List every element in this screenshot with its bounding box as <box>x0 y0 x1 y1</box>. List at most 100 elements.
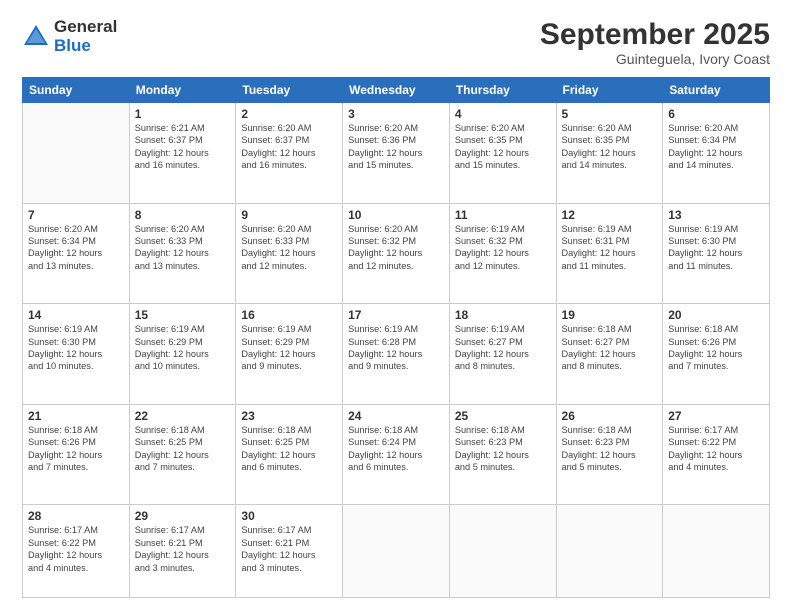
table-row: 16Sunrise: 6:19 AM Sunset: 6:29 PM Dayli… <box>236 304 343 405</box>
table-row <box>343 505 450 598</box>
col-wednesday: Wednesday <box>343 78 450 103</box>
day-info: Sunrise: 6:20 AM Sunset: 6:34 PM Dayligh… <box>28 223 124 273</box>
day-info: Sunrise: 6:17 AM Sunset: 6:22 PM Dayligh… <box>28 524 124 574</box>
day-number: 10 <box>348 208 444 222</box>
table-row: 7Sunrise: 6:20 AM Sunset: 6:34 PM Daylig… <box>23 203 130 304</box>
table-row: 8Sunrise: 6:20 AM Sunset: 6:33 PM Daylig… <box>129 203 236 304</box>
table-row: 15Sunrise: 6:19 AM Sunset: 6:29 PM Dayli… <box>129 304 236 405</box>
day-info: Sunrise: 6:18 AM Sunset: 6:26 PM Dayligh… <box>668 323 764 373</box>
header: General Blue September 2025 Guinteguela,… <box>22 18 770 67</box>
main-title: September 2025 <box>540 18 770 51</box>
table-row: 23Sunrise: 6:18 AM Sunset: 6:25 PM Dayli… <box>236 404 343 505</box>
day-number: 20 <box>668 308 764 322</box>
day-info: Sunrise: 6:20 AM Sunset: 6:35 PM Dayligh… <box>455 122 551 172</box>
day-number: 28 <box>28 509 124 523</box>
day-number: 14 <box>28 308 124 322</box>
table-row: 20Sunrise: 6:18 AM Sunset: 6:26 PM Dayli… <box>663 304 770 405</box>
table-row: 21Sunrise: 6:18 AM Sunset: 6:26 PM Dayli… <box>23 404 130 505</box>
day-number: 27 <box>668 409 764 423</box>
logo-icon <box>22 23 50 51</box>
day-info: Sunrise: 6:18 AM Sunset: 6:23 PM Dayligh… <box>562 424 658 474</box>
day-number: 21 <box>28 409 124 423</box>
col-saturday: Saturday <box>663 78 770 103</box>
day-info: Sunrise: 6:19 AM Sunset: 6:31 PM Dayligh… <box>562 223 658 273</box>
day-number: 22 <box>135 409 231 423</box>
logo-blue: Blue <box>54 37 117 56</box>
day-number: 24 <box>348 409 444 423</box>
day-number: 12 <box>562 208 658 222</box>
table-row: 2Sunrise: 6:20 AM Sunset: 6:37 PM Daylig… <box>236 103 343 204</box>
day-number: 18 <box>455 308 551 322</box>
day-number: 6 <box>668 107 764 121</box>
day-info: Sunrise: 6:17 AM Sunset: 6:21 PM Dayligh… <box>241 524 337 574</box>
day-number: 16 <box>241 308 337 322</box>
col-tuesday: Tuesday <box>236 78 343 103</box>
col-monday: Monday <box>129 78 236 103</box>
day-number: 15 <box>135 308 231 322</box>
table-row: 22Sunrise: 6:18 AM Sunset: 6:25 PM Dayli… <box>129 404 236 505</box>
table-row: 1Sunrise: 6:21 AM Sunset: 6:37 PM Daylig… <box>129 103 236 204</box>
table-row: 29Sunrise: 6:17 AM Sunset: 6:21 PM Dayli… <box>129 505 236 598</box>
day-number: 3 <box>348 107 444 121</box>
day-number: 17 <box>348 308 444 322</box>
day-number: 23 <box>241 409 337 423</box>
table-row: 13Sunrise: 6:19 AM Sunset: 6:30 PM Dayli… <box>663 203 770 304</box>
logo: General Blue <box>22 18 117 55</box>
day-info: Sunrise: 6:19 AM Sunset: 6:29 PM Dayligh… <box>241 323 337 373</box>
table-row: 10Sunrise: 6:20 AM Sunset: 6:32 PM Dayli… <box>343 203 450 304</box>
day-info: Sunrise: 6:20 AM Sunset: 6:33 PM Dayligh… <box>241 223 337 273</box>
day-info: Sunrise: 6:17 AM Sunset: 6:22 PM Dayligh… <box>668 424 764 474</box>
table-row: 6Sunrise: 6:20 AM Sunset: 6:34 PM Daylig… <box>663 103 770 204</box>
day-number: 19 <box>562 308 658 322</box>
table-row <box>556 505 663 598</box>
day-info: Sunrise: 6:18 AM Sunset: 6:25 PM Dayligh… <box>241 424 337 474</box>
table-row: 19Sunrise: 6:18 AM Sunset: 6:27 PM Dayli… <box>556 304 663 405</box>
day-info: Sunrise: 6:19 AM Sunset: 6:30 PM Dayligh… <box>668 223 764 273</box>
table-row: 28Sunrise: 6:17 AM Sunset: 6:22 PM Dayli… <box>23 505 130 598</box>
title-area: September 2025 Guinteguela, Ivory Coast <box>540 18 770 67</box>
day-info: Sunrise: 6:19 AM Sunset: 6:28 PM Dayligh… <box>348 323 444 373</box>
day-number: 13 <box>668 208 764 222</box>
day-number: 29 <box>135 509 231 523</box>
day-number: 1 <box>135 107 231 121</box>
logo-general: General <box>54 18 117 37</box>
table-row: 3Sunrise: 6:20 AM Sunset: 6:36 PM Daylig… <box>343 103 450 204</box>
day-number: 2 <box>241 107 337 121</box>
logo-text: General Blue <box>54 18 117 55</box>
col-sunday: Sunday <box>23 78 130 103</box>
day-info: Sunrise: 6:19 AM Sunset: 6:32 PM Dayligh… <box>455 223 551 273</box>
day-number: 25 <box>455 409 551 423</box>
day-info: Sunrise: 6:20 AM Sunset: 6:36 PM Dayligh… <box>348 122 444 172</box>
day-info: Sunrise: 6:20 AM Sunset: 6:32 PM Dayligh… <box>348 223 444 273</box>
day-info: Sunrise: 6:19 AM Sunset: 6:27 PM Dayligh… <box>455 323 551 373</box>
table-row <box>449 505 556 598</box>
day-number: 5 <box>562 107 658 121</box>
day-info: Sunrise: 6:20 AM Sunset: 6:37 PM Dayligh… <box>241 122 337 172</box>
day-number: 9 <box>241 208 337 222</box>
day-number: 11 <box>455 208 551 222</box>
day-number: 26 <box>562 409 658 423</box>
day-info: Sunrise: 6:18 AM Sunset: 6:26 PM Dayligh… <box>28 424 124 474</box>
calendar-header-row: Sunday Monday Tuesday Wednesday Thursday… <box>23 78 770 103</box>
table-row: 4Sunrise: 6:20 AM Sunset: 6:35 PM Daylig… <box>449 103 556 204</box>
table-row: 11Sunrise: 6:19 AM Sunset: 6:32 PM Dayli… <box>449 203 556 304</box>
table-row: 25Sunrise: 6:18 AM Sunset: 6:23 PM Dayli… <box>449 404 556 505</box>
table-row: 27Sunrise: 6:17 AM Sunset: 6:22 PM Dayli… <box>663 404 770 505</box>
col-friday: Friday <box>556 78 663 103</box>
day-info: Sunrise: 6:20 AM Sunset: 6:33 PM Dayligh… <box>135 223 231 273</box>
day-info: Sunrise: 6:18 AM Sunset: 6:25 PM Dayligh… <box>135 424 231 474</box>
table-row: 24Sunrise: 6:18 AM Sunset: 6:24 PM Dayli… <box>343 404 450 505</box>
table-row: 30Sunrise: 6:17 AM Sunset: 6:21 PM Dayli… <box>236 505 343 598</box>
day-number: 4 <box>455 107 551 121</box>
col-thursday: Thursday <box>449 78 556 103</box>
table-row: 9Sunrise: 6:20 AM Sunset: 6:33 PM Daylig… <box>236 203 343 304</box>
day-info: Sunrise: 6:20 AM Sunset: 6:34 PM Dayligh… <box>668 122 764 172</box>
table-row <box>23 103 130 204</box>
day-number: 7 <box>28 208 124 222</box>
table-row: 26Sunrise: 6:18 AM Sunset: 6:23 PM Dayli… <box>556 404 663 505</box>
table-row: 12Sunrise: 6:19 AM Sunset: 6:31 PM Dayli… <box>556 203 663 304</box>
day-info: Sunrise: 6:17 AM Sunset: 6:21 PM Dayligh… <box>135 524 231 574</box>
day-info: Sunrise: 6:20 AM Sunset: 6:35 PM Dayligh… <box>562 122 658 172</box>
day-info: Sunrise: 6:21 AM Sunset: 6:37 PM Dayligh… <box>135 122 231 172</box>
subtitle: Guinteguela, Ivory Coast <box>540 51 770 67</box>
